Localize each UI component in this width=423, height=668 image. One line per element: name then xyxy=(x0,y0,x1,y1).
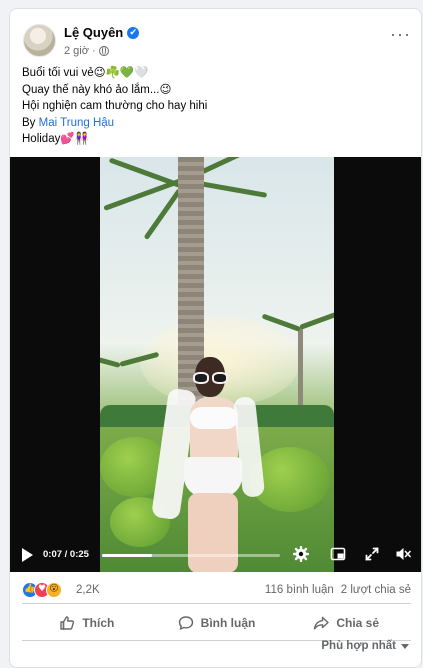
post-card: Lệ Quyên ✔ 2 giờ · ··· Buổi tối vui vẻ😉☘… xyxy=(9,8,422,668)
author-row: Lệ Quyên ✔ xyxy=(64,25,140,40)
globe-icon xyxy=(98,46,109,56)
share-button[interactable]: Chia sẻ xyxy=(281,606,411,640)
content-line: Holiday💕👭 xyxy=(22,133,89,145)
caret-down-icon xyxy=(401,643,409,649)
like-button[interactable]: Thích xyxy=(22,606,152,640)
wow-icon: 😮 xyxy=(46,582,62,598)
person-top xyxy=(190,407,238,429)
like-label: Thích xyxy=(82,616,115,630)
comment-label: Bình luận xyxy=(200,616,256,630)
pip-icon[interactable] xyxy=(330,546,346,562)
video-controls: 0:07 / 0:25 xyxy=(10,539,421,567)
credit-prefix: By xyxy=(22,116,39,129)
palm-frond xyxy=(299,311,334,330)
play-icon[interactable] xyxy=(22,548,33,562)
sort-label: Phù hợp nhất xyxy=(321,640,396,652)
content-line: Hội nghiện cam thường cho hay hihi xyxy=(22,100,208,112)
action-bar: Thích Bình luận Chia sẻ xyxy=(22,606,411,640)
palm-frond xyxy=(143,188,183,241)
palm-frond xyxy=(100,352,121,368)
share-count[interactable]: 2 lượt chia sẻ xyxy=(341,584,411,596)
content-line: Quay thế này khó ảo lắm...😉 xyxy=(22,83,172,96)
comment-icon xyxy=(178,616,193,630)
video-time: 0:07 / 0:25 xyxy=(43,549,89,560)
engagement-counts: 116 bình luận 2 lượt chia sẻ xyxy=(265,584,411,596)
reaction-icons[interactable]: 👍 ♥ 😮 xyxy=(22,582,62,598)
palm-frond xyxy=(108,157,181,188)
divider xyxy=(22,603,411,604)
post-stats: 👍 ♥ 😮 2,2K 116 bình luận 2 lượt chia sẻ xyxy=(22,581,411,601)
content-line-credit: By Mai Trung Hậu xyxy=(22,115,411,132)
expand-icon[interactable] xyxy=(364,546,380,562)
video-frame[interactable] xyxy=(100,157,334,572)
share-label: Chia sẻ xyxy=(336,616,380,630)
post-time[interactable]: 2 giờ xyxy=(64,45,89,57)
dot-separator: · xyxy=(91,45,96,57)
author-name[interactable]: Lệ Quyên xyxy=(64,25,123,40)
sunglasses xyxy=(193,372,229,384)
comment-count[interactable]: 116 bình luận xyxy=(265,584,334,596)
progress-fill xyxy=(102,554,152,557)
thumbs-up-icon xyxy=(60,616,75,630)
progress-bar[interactable] xyxy=(102,554,280,557)
post-content: Buổi tối vui vẻ😉☘️💚🤍 Quay thế này khó ảo… xyxy=(22,65,411,148)
avatar[interactable] xyxy=(23,24,56,57)
comment-button[interactable]: Bình luận xyxy=(152,606,282,640)
more-options-button[interactable]: ··· xyxy=(390,25,411,43)
reaction-count[interactable]: 2,2K xyxy=(76,584,100,596)
person-bottom xyxy=(184,457,242,497)
credit-link[interactable]: Mai Trung Hậu xyxy=(39,117,114,129)
verified-badge-icon: ✔ xyxy=(127,26,140,39)
volume-muted-icon[interactable] xyxy=(395,546,411,562)
gear-icon[interactable] xyxy=(293,546,309,562)
share-icon xyxy=(314,616,330,630)
post-meta: 2 giờ · xyxy=(64,45,109,57)
video-player[interactable]: 0:07 / 0:25 xyxy=(10,157,421,572)
content-line: Buổi tối vui vẻ😉☘️💚🤍 xyxy=(22,67,149,79)
post-header: Lệ Quyên ✔ 2 giờ · ··· xyxy=(22,17,411,59)
comment-sort-dropdown[interactable]: Phù hợp nhất xyxy=(321,640,409,652)
palm-trunk-distant xyxy=(298,327,303,417)
